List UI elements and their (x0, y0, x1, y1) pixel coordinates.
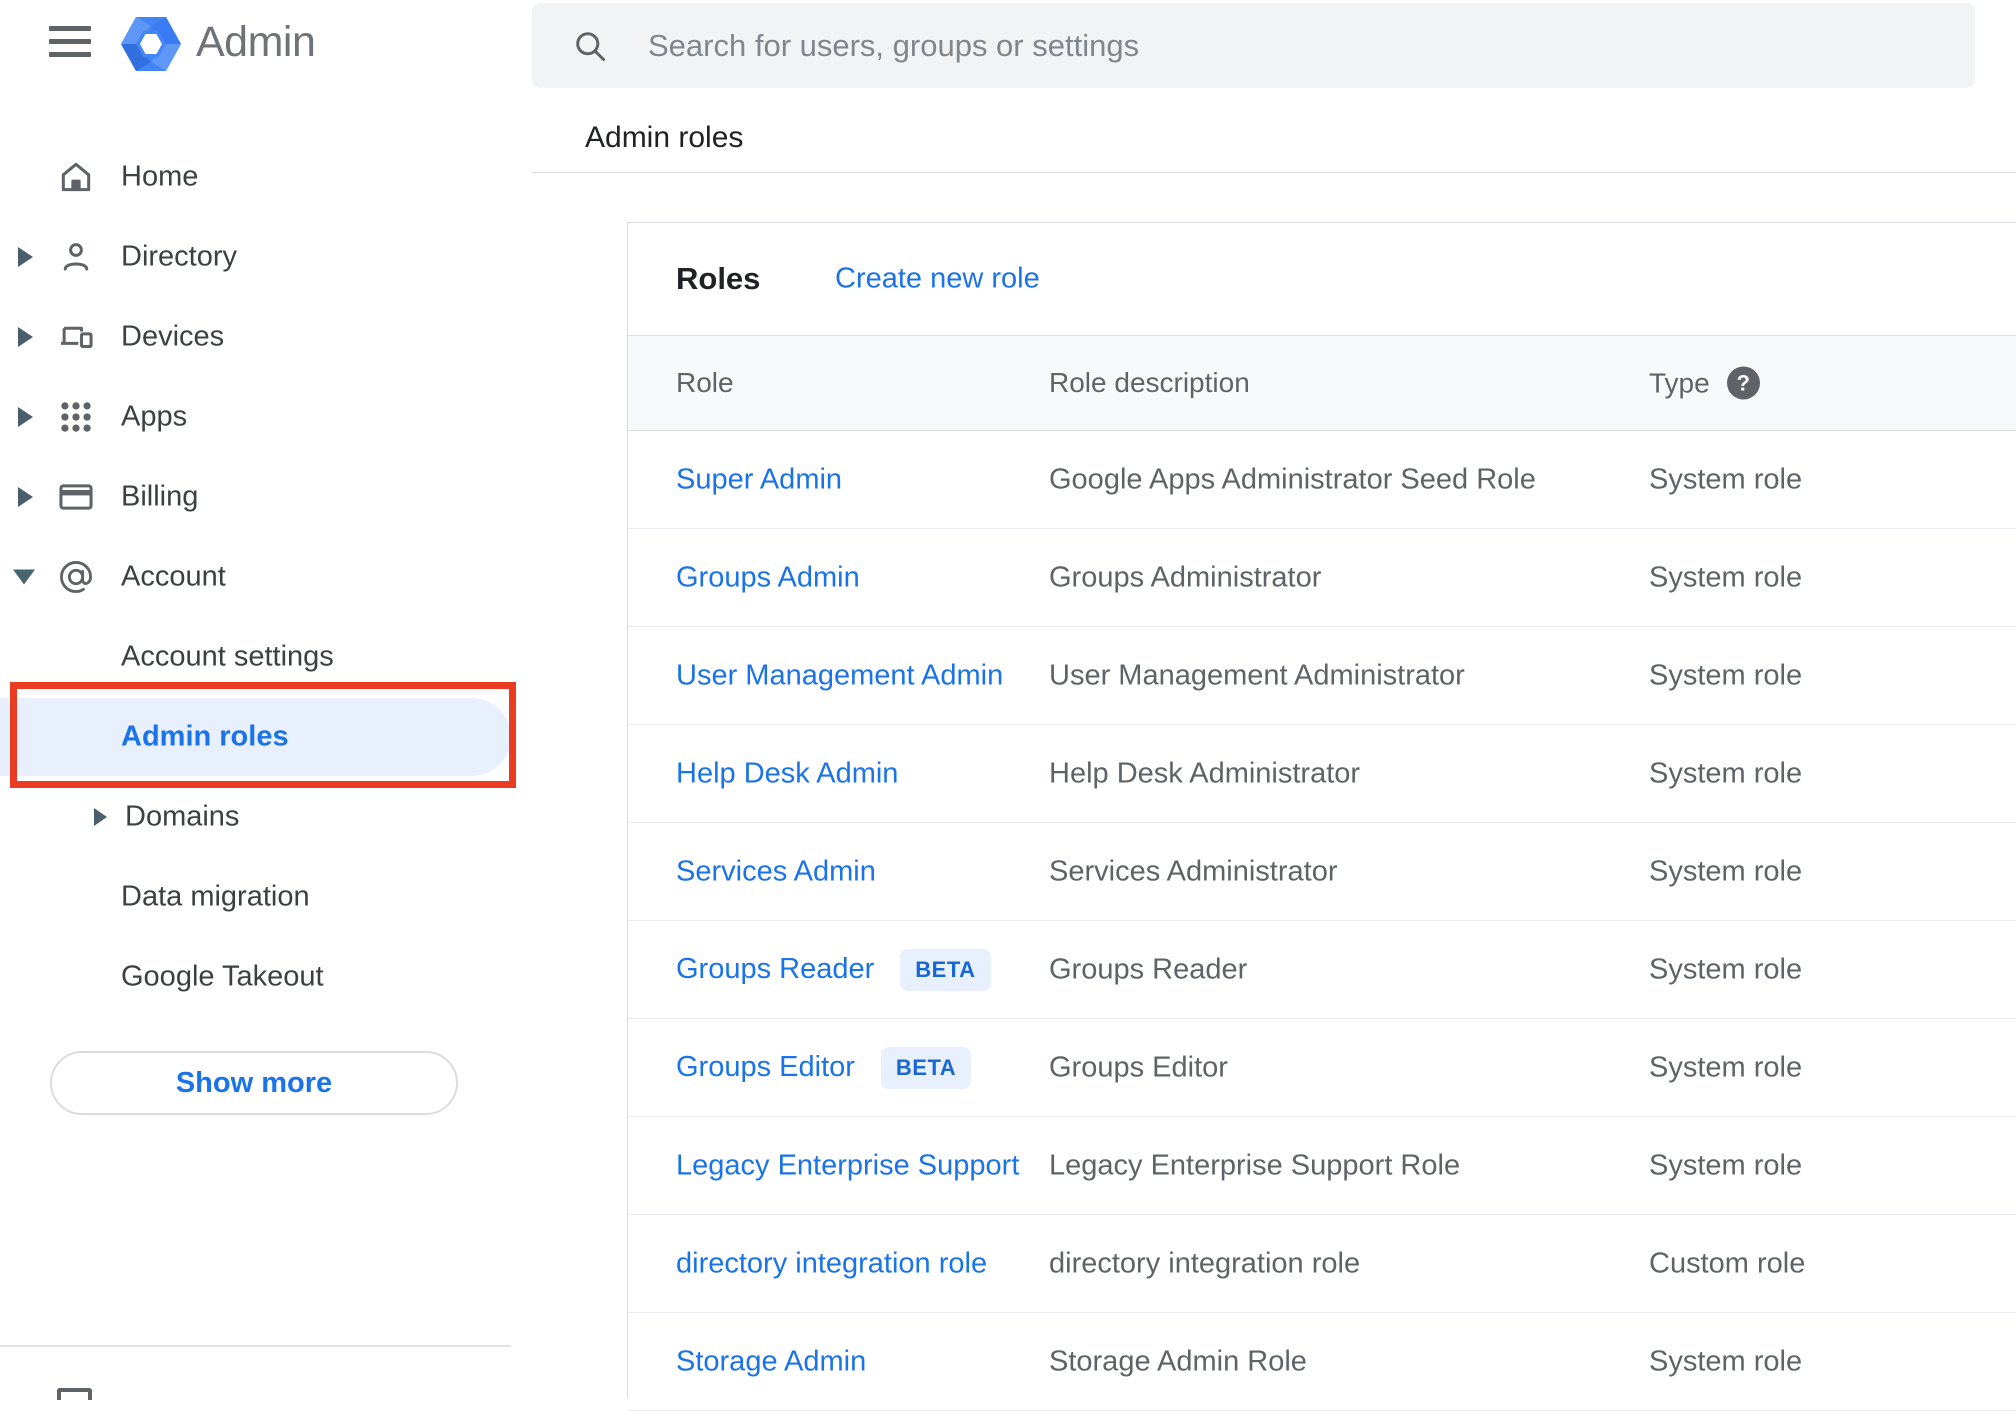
admin-console-page: Admin Home Directory Devices Apps Billin… (0, 0, 2016, 1411)
role-link[interactable]: Groups Editor (676, 1051, 855, 1084)
roles-card: Roles Create new role Role Role descript… (627, 222, 2016, 1411)
cutoff-item-icon (57, 1388, 92, 1400)
sidebar-item-directory[interactable]: Directory (0, 217, 530, 297)
role-description: Groups Administrator (1049, 561, 1322, 593)
role-type: System role (1649, 1051, 1803, 1083)
help-icon[interactable]: ? (1726, 366, 1760, 400)
role-description: Legacy Enterprise Support Role (1049, 1149, 1461, 1181)
role-type: Custom role (1649, 1247, 1806, 1279)
roles-table-body: Super Admin Google Apps Administrator Se… (628, 431, 2016, 1411)
sidebar-item-label: Google Takeout (121, 960, 324, 993)
sidebar-item-apps[interactable]: Apps (0, 377, 530, 457)
sidebar-item-label: Data migration (121, 880, 310, 913)
sidebar-item-home[interactable]: Home (0, 137, 530, 217)
column-header-description: Role description (1049, 367, 1250, 398)
apps-icon (57, 398, 95, 436)
chevron-right-icon[interactable] (18, 247, 33, 267)
sidebar-item-label: Apps (121, 400, 188, 433)
role-link[interactable]: Help Desk Admin (676, 757, 898, 790)
sidebar-item-admin-roles[interactable]: Admin roles (0, 697, 530, 777)
table-row: Groups Admin Groups Administrator System… (628, 529, 2016, 627)
person-icon (57, 238, 95, 276)
role-description: Storage Admin Role (1049, 1345, 1307, 1377)
chevron-right-icon[interactable] (18, 487, 33, 507)
sidebar-item-data-migration[interactable]: Data migration (0, 857, 530, 937)
sidebar-item-label: Billing (121, 480, 199, 513)
role-type: System role (1649, 757, 1803, 789)
show-more-button[interactable]: Show more (50, 1051, 458, 1115)
sidebar-item-account-settings[interactable]: Account settings (0, 617, 530, 697)
role-link[interactable]: Legacy Enterprise Support (676, 1149, 1019, 1182)
card-icon (57, 478, 95, 516)
role-description: Groups Reader (1049, 953, 1248, 985)
table-row: Storage Admin Storage Admin Role System … (628, 1313, 2016, 1411)
table-row: directory integration role directory int… (628, 1215, 2016, 1313)
sidebar-item-account[interactable]: Account (0, 537, 530, 617)
admin-logo-icon (121, 16, 181, 77)
chevron-right-icon[interactable] (18, 327, 33, 347)
role-description: Help Desk Administrator (1049, 757, 1361, 789)
sidebar-item-label: Account settings (121, 640, 334, 673)
role-link[interactable]: Storage Admin (676, 1345, 866, 1378)
menu-icon[interactable] (49, 26, 91, 59)
role-type: System role (1649, 463, 1803, 495)
sidebar-item-google-takeout[interactable]: Google Takeout (0, 937, 530, 1017)
home-icon (57, 158, 95, 196)
table-header-row: Role Role description Type ? (628, 335, 2016, 431)
role-description: Groups Editor (1049, 1051, 1228, 1083)
beta-badge: BETA (880, 1046, 972, 1089)
table-row: Groups Reader BETA Groups Reader System … (628, 921, 2016, 1019)
create-new-role-link[interactable]: Create new role (835, 263, 1040, 296)
sidebar-item-devices[interactable]: Devices (0, 297, 530, 377)
table-row: User Management Admin User Management Ad… (628, 627, 2016, 725)
role-link[interactable]: Services Admin (676, 855, 876, 888)
role-description: Services Administrator (1049, 855, 1338, 887)
column-header-role: Role (676, 367, 734, 398)
sidebar-item-label: Home (121, 160, 199, 193)
role-link[interactable]: directory integration role (676, 1247, 987, 1280)
table-row: Legacy Enterprise Support Legacy Enterpr… (628, 1117, 2016, 1215)
role-type: System role (1649, 1149, 1803, 1181)
sidebar-item-label: Directory (121, 240, 238, 273)
brand-title: Admin (196, 18, 316, 66)
sidebar-item-billing[interactable]: Billing (0, 457, 530, 537)
table-row: Super Admin Google Apps Administrator Se… (628, 431, 2016, 529)
breadcrumb: Admin roles (585, 121, 744, 154)
chevron-right-icon[interactable] (18, 407, 33, 427)
role-type: System role (1649, 561, 1803, 593)
table-row: Help Desk Admin Help Desk Administrator … (628, 725, 2016, 823)
chevron-down-icon[interactable] (13, 569, 35, 585)
sidebar-item-label: Account (121, 560, 226, 593)
role-link[interactable]: Groups Reader (676, 953, 874, 986)
sidebar: Admin Home Directory Devices Apps Billin… (0, 0, 530, 1400)
column-header-type: Type ? (1649, 366, 1760, 400)
role-link[interactable]: Super Admin (676, 463, 842, 496)
chevron-right-icon[interactable] (94, 808, 107, 826)
search-input[interactable]: Search for users, groups or settings (532, 3, 1975, 88)
role-description: directory integration role (1049, 1247, 1361, 1279)
card-title: Roles (676, 261, 761, 296)
header-divider (532, 172, 2016, 173)
sidebar-item-label: Admin roles (121, 720, 289, 753)
table-row: Groups Editor BETA Groups Editor System … (628, 1019, 2016, 1117)
role-type: System role (1649, 953, 1803, 985)
role-type: System role (1649, 659, 1803, 691)
beta-badge: BETA (900, 948, 991, 991)
role-type: System role (1649, 1345, 1803, 1377)
sidebar-item-domains[interactable]: Domains (0, 777, 530, 857)
role-type: System role (1649, 855, 1803, 887)
role-description: Google Apps Administrator Seed Role (1049, 463, 1536, 495)
role-link[interactable]: User Management Admin (676, 659, 1003, 692)
devices-icon (57, 318, 95, 356)
sidebar-nav: Home Directory Devices Apps Billing Acco… (0, 137, 530, 1017)
sidebar-divider (0, 1345, 511, 1347)
at-icon (57, 558, 95, 596)
sidebar-item-label: Domains (125, 800, 240, 833)
sidebar-item-label: Devices (121, 320, 225, 353)
search-icon (576, 31, 605, 61)
role-description: User Management Administrator (1049, 659, 1465, 691)
search-placeholder: Search for users, groups or settings (648, 27, 1140, 63)
table-row: Services Admin Services Administrator Sy… (628, 823, 2016, 921)
role-link[interactable]: Groups Admin (676, 561, 860, 594)
